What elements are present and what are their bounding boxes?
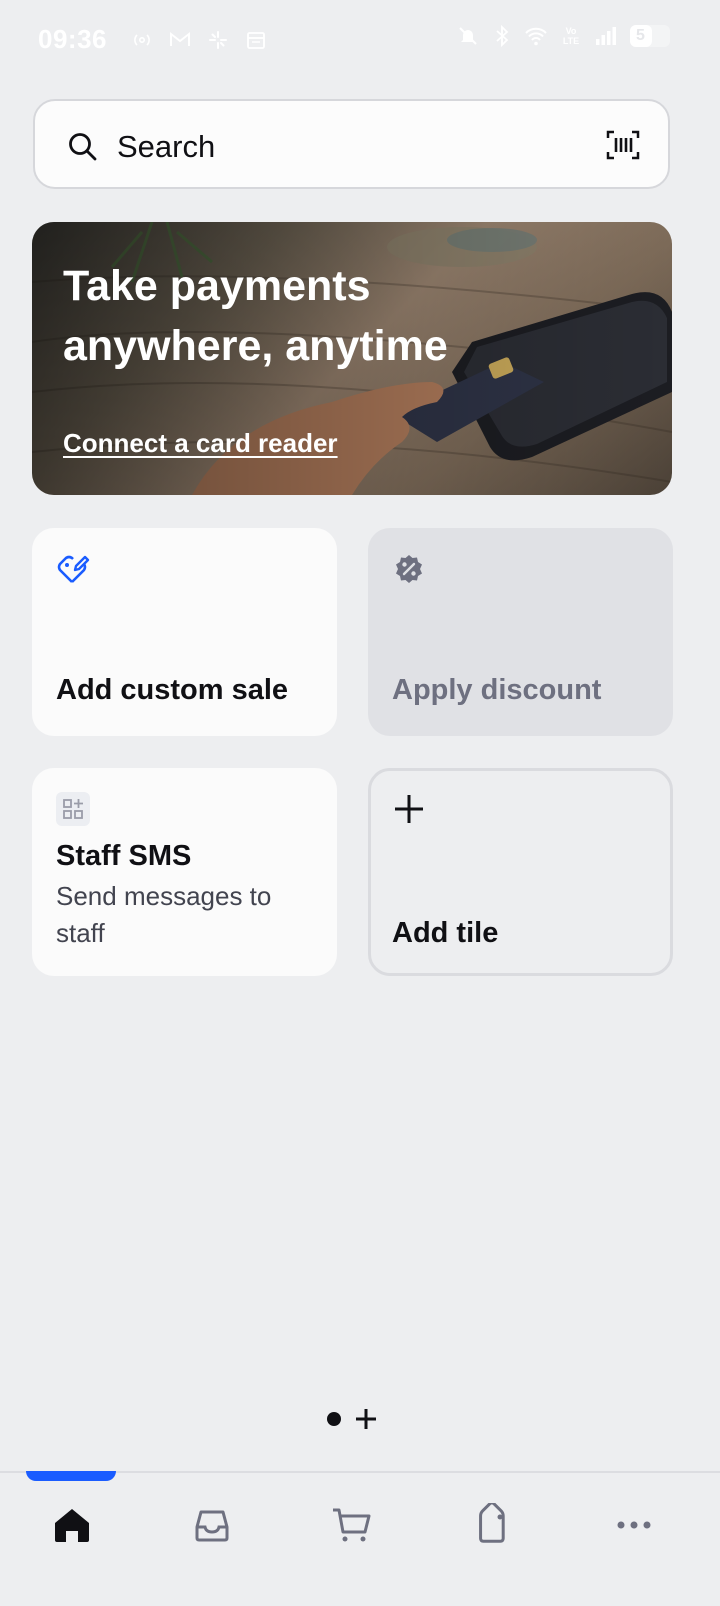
status-time: 09:36 <box>38 24 107 54</box>
barcode-scan-icon[interactable] <box>606 129 640 161</box>
active-tab-indicator <box>26 1471 116 1481</box>
tile-add-tile[interactable]: Add tile <box>368 768 673 976</box>
volte-icon: Vo LTE <box>558 24 584 48</box>
connect-card-reader-link[interactable]: Connect a card reader <box>63 428 338 459</box>
tag-edit-icon <box>57 555 90 583</box>
nav-more[interactable] <box>612 1503 656 1547</box>
tile-label: Apply discount <box>392 674 602 706</box>
nav-items[interactable] <box>472 1501 516 1547</box>
bottom-navigation <box>0 1471 720 1606</box>
app-grid-icon <box>56 792 90 826</box>
tile-label: Staff SMS <box>56 840 192 872</box>
nav-inbox[interactable] <box>190 1503 234 1547</box>
wifi-icon <box>524 24 548 48</box>
bluetooth-icon <box>490 24 514 48</box>
tile-staff-sms[interactable]: Staff SMS Send messages to staff <box>32 768 337 976</box>
card-reader-banner[interactable]: Take payments anywhere, anytime Connect … <box>32 222 672 495</box>
tile-apply-discount[interactable]: Apply discount <box>368 528 673 736</box>
status-right-icons: Vo LTE 5 <box>456 24 672 48</box>
battery-icon: 5 <box>628 24 672 48</box>
search-placeholder: Search <box>117 129 216 164</box>
search-icon <box>69 133 97 161</box>
signal-icon <box>594 24 618 48</box>
pinwheel-icon <box>206 28 230 52</box>
status-bar: 09:36 Vo LTE 5 <box>0 0 720 84</box>
status-left-icons <box>130 28 268 52</box>
page-indicator-dot[interactable] <box>327 1412 341 1426</box>
hotspot-icon <box>130 28 154 52</box>
add-page-icon[interactable] <box>354 1407 378 1431</box>
calendar-icon <box>244 28 268 52</box>
discount-badge-icon <box>396 555 422 583</box>
tile-subtitle: Send messages to staff <box>56 881 272 948</box>
more-icon <box>617 1521 651 1529</box>
tile-add-custom-sale[interactable]: Add custom sale <box>32 528 337 736</box>
gmail-icon <box>168 28 192 52</box>
inbox-icon <box>195 1510 229 1542</box>
tile-label: Add tile <box>392 917 499 949</box>
volte-label: Vo LTE <box>562 26 580 46</box>
cart-icon <box>333 1508 371 1542</box>
nav-home[interactable] <box>50 1503 94 1547</box>
battery-level: 5 <box>636 27 645 44</box>
tag-icon <box>479 1501 505 1543</box>
nav-cart[interactable] <box>330 1503 374 1547</box>
plus-icon <box>395 795 423 823</box>
home-icon <box>55 1509 89 1542</box>
tile-label: Add custom sale <box>56 674 289 706</box>
search-bar[interactable]: Search <box>33 99 670 189</box>
mute-icon <box>456 24 480 48</box>
banner-title: Take payments anywhere, anytime <box>63 262 448 370</box>
